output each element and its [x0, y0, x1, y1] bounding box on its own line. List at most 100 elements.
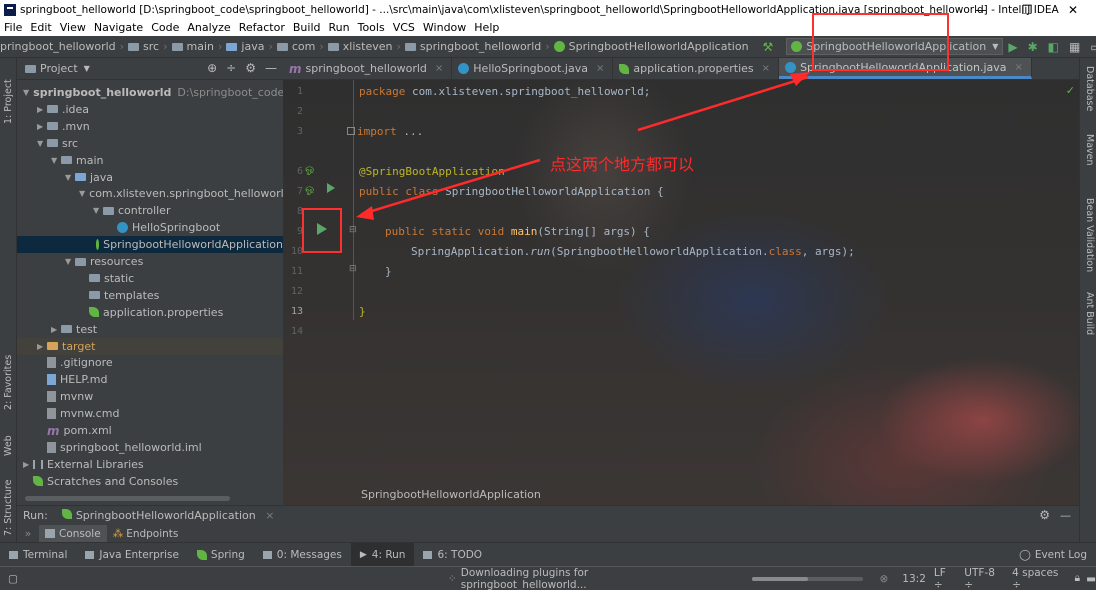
fold-icon[interactable]: ⊟: [349, 264, 357, 274]
debug-icon[interactable]: ✱: [1028, 40, 1038, 54]
project-view-select[interactable]: Project: [40, 62, 78, 75]
tool-window--todo[interactable]: 6: TODO: [414, 543, 491, 567]
project-tool-tab[interactable]: 1: Project: [1, 64, 16, 124]
web-tool-tab[interactable]: Web: [1, 426, 16, 456]
code-line-13[interactable]: }: [359, 305, 366, 318]
right-tool-tab-database[interactable]: Database: [1080, 66, 1095, 111]
tree-node[interactable]: static: [17, 270, 283, 287]
tool-window-java-enterprise[interactable]: Java Enterprise: [76, 543, 188, 567]
tree-node[interactable]: ▼ com.xlisteven.springboot_helloworld: [17, 185, 291, 202]
tree-node[interactable]: m pom.xml: [17, 422, 283, 439]
expanded-arrow-icon[interactable]: ▼: [51, 156, 61, 165]
expanded-arrow-icon[interactable]: ▼: [65, 173, 75, 182]
collapsed-arrow-icon[interactable]: ▶: [37, 342, 47, 351]
tree-node[interactable]: HELP.md: [17, 371, 283, 388]
editor-tab[interactable]: HelloSpringboot.java ×: [452, 58, 614, 79]
indent-setting[interactable]: 4 spaces ÷: [1012, 567, 1066, 590]
menu-item-help[interactable]: Help: [470, 21, 503, 34]
tree-node[interactable]: HelloSpringboot: [17, 219, 283, 236]
memory-icon[interactable]: ▬: [1086, 573, 1096, 585]
minimize-button[interactable]: —: [958, 0, 1004, 19]
editor-breadcrumb[interactable]: SpringbootHelloworldApplication: [361, 488, 541, 501]
code-line-7[interactable]: @SpringBootApplication: [359, 165, 505, 178]
lock-icon[interactable]: 🔒︎: [1074, 572, 1080, 585]
tree-node[interactable]: .gitignore: [17, 354, 283, 371]
menu-item-refactor[interactable]: Refactor: [235, 21, 289, 34]
structure-tool-tab[interactable]: 7: Structure: [1, 476, 16, 536]
menu-item-edit[interactable]: Edit: [26, 21, 55, 34]
locate-icon[interactable]: ⊕: [207, 61, 217, 75]
gear-icon[interactable]: ⚙: [245, 61, 256, 75]
fold-icon[interactable]: ⊟: [349, 225, 357, 235]
code-line-3[interactable]: import ...: [347, 125, 423, 138]
breadcrumb-item[interactable]: xlisteven ›: [327, 40, 405, 53]
fold-icon[interactable]: [347, 127, 355, 135]
code-line-10[interactable]: public static void main(String[] args) {: [385, 225, 650, 238]
tree-node[interactable]: mvnw.cmd: [17, 405, 283, 422]
close-icon[interactable]: ×: [1015, 62, 1023, 73]
tree-node[interactable]: ▶ target: [17, 337, 283, 355]
close-button[interactable]: ✕: [1050, 0, 1096, 19]
tree-node[interactable]: springboot_helloworld.iml: [17, 439, 283, 456]
caret-position[interactable]: 13:2: [902, 573, 926, 585]
menu-item-analyze[interactable]: Analyze: [183, 21, 234, 34]
horizontal-scrollbar[interactable]: [25, 496, 230, 501]
menu-item-build[interactable]: Build: [289, 21, 325, 34]
menu-item-view[interactable]: View: [56, 21, 90, 34]
menu-item-run[interactable]: Run: [325, 21, 354, 34]
favorites-tool-tab[interactable]: 2: Favorites: [1, 346, 16, 410]
hide-icon[interactable]: —: [1060, 509, 1071, 522]
menu-item-tools[interactable]: Tools: [354, 21, 389, 34]
breadcrumb-item[interactable]: main ›: [171, 40, 227, 53]
menu-item-navigate[interactable]: Navigate: [90, 21, 147, 34]
close-icon[interactable]: ×: [435, 63, 443, 74]
spring-app-icon[interactable]: ஓ: [305, 182, 314, 197]
tree-node[interactable]: ▼ src: [17, 135, 283, 152]
file-encoding[interactable]: UTF-8 ÷: [964, 567, 1004, 590]
tree-node[interactable]: Scratches and Consoles: [17, 473, 283, 490]
tree-node[interactable]: ▼ resources: [17, 253, 283, 270]
coverage-icon[interactable]: ◧: [1048, 40, 1059, 54]
toggle-tool-windows-icon[interactable]: ▢: [8, 573, 18, 585]
menu-item-window[interactable]: Window: [419, 21, 470, 34]
close-icon[interactable]: ×: [762, 63, 770, 74]
status-message[interactable]: Downloading plugins for springboot_hello…: [461, 567, 700, 590]
code-line-12[interactable]: }: [385, 265, 392, 278]
tree-node[interactable]: ▶ .idea: [17, 101, 283, 118]
presentation-icon[interactable]: ▭: [1090, 40, 1096, 54]
close-icon[interactable]: ×: [265, 509, 274, 522]
tool-window--run[interactable]: ▶ 4: Run: [350, 542, 415, 567]
collapsed-arrow-icon[interactable]: ▶: [23, 460, 33, 469]
tree-node[interactable]: ▼ springboot_helloworld D:\springboot_code…: [17, 84, 308, 101]
code-line-8[interactable]: public class SpringbootHelloworldApplica…: [359, 185, 664, 198]
tree-node[interactable]: ▶ test: [17, 321, 283, 338]
breadcrumb-item[interactable]: pringboot_helloworld ›: [0, 40, 128, 53]
menu-item-file[interactable]: File: [0, 21, 26, 34]
collapsed-arrow-icon[interactable]: ▶: [51, 325, 61, 334]
run-icon[interactable]: ▶: [1008, 40, 1017, 54]
collapse-all-icon[interactable]: ÷: [226, 61, 236, 75]
tree-node[interactable]: ▼ main: [17, 152, 283, 169]
tab-endpoints[interactable]: ⁂ Endpoints: [107, 525, 185, 542]
line-separator[interactable]: LF ÷: [934, 567, 956, 590]
right-tool-tab-maven[interactable]: Maven: [1080, 134, 1095, 166]
menu-item-code[interactable]: Code: [147, 21, 183, 34]
collapsed-arrow-icon[interactable]: ▶: [37, 105, 47, 114]
expand-icon[interactable]: »: [17, 528, 39, 540]
tree-node[interactable]: ▶ .mvn: [17, 118, 283, 135]
project-structure-icon[interactable]: ▦: [1069, 40, 1080, 54]
tool-window--messages[interactable]: 0: Messages: [254, 543, 351, 567]
breadcrumb-item[interactable]: com ›: [276, 40, 328, 53]
spring-bean-icon[interactable]: ஓ: [305, 162, 314, 177]
breadcrumb-item[interactable]: java ›: [226, 40, 276, 53]
collapsed-arrow-icon[interactable]: ▶: [37, 122, 47, 131]
code-line-1[interactable]: package com.xlisteven.springboot_hellowo…: [359, 85, 650, 98]
right-tool-tab-bean-validation[interactable]: Bean Validation: [1080, 198, 1095, 272]
run-config-tab[interactable]: SpringbootHelloworldApplication ×: [61, 508, 274, 522]
tab-console[interactable]: Console: [39, 525, 107, 542]
close-icon[interactable]: ×: [596, 63, 604, 74]
tree-node[interactable]: ▼ java: [17, 169, 283, 186]
breadcrumb-item[interactable]: springboot_helloworld ›: [404, 40, 554, 53]
maximize-button[interactable]: ❐: [1004, 0, 1050, 19]
expanded-arrow-icon[interactable]: ▼: [65, 257, 75, 266]
